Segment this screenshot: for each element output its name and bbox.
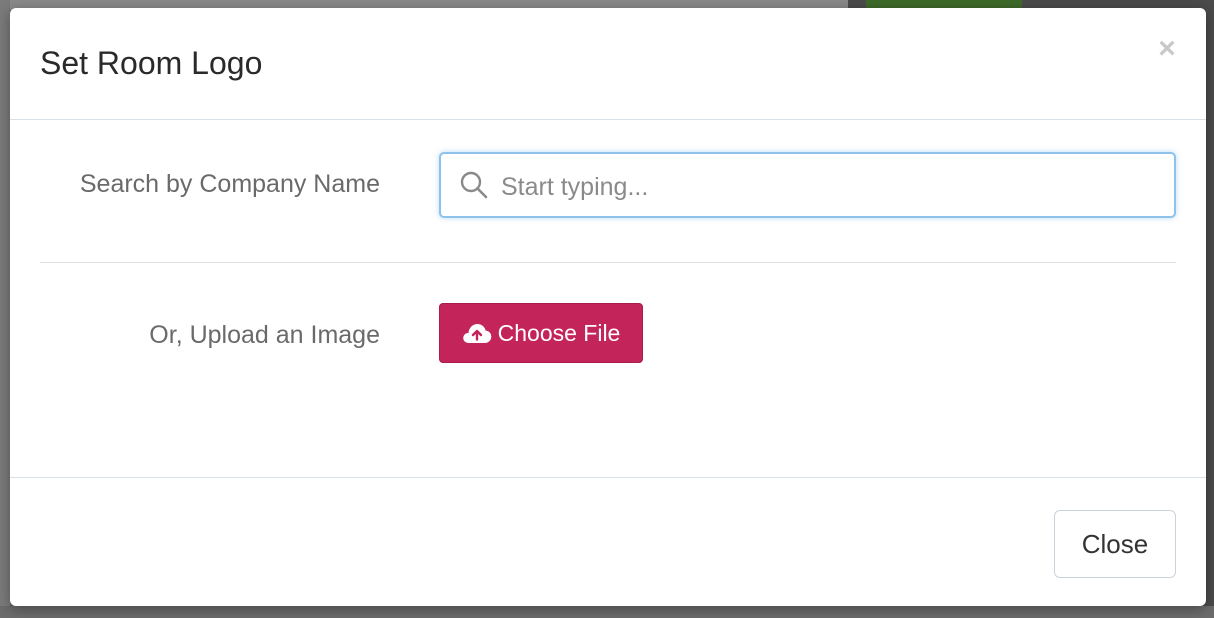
background-footer: [0, 606, 1214, 618]
company-search-input[interactable]: [499, 166, 1163, 208]
upload-row: Or, Upload an Image Choose File: [40, 303, 1176, 363]
modal-header: Set Room Logo ×: [10, 8, 1206, 120]
modal-title: Set Room Logo: [40, 45, 263, 81]
upload-label: Or, Upload an Image: [149, 321, 380, 349]
close-button[interactable]: Close: [1054, 510, 1176, 578]
search-box[interactable]: [439, 152, 1176, 218]
search-row: Search by Company Name: [40, 152, 1176, 218]
close-icon[interactable]: ×: [1152, 32, 1182, 65]
choose-file-button[interactable]: Choose File: [439, 303, 643, 363]
background-edge: [0, 0, 10, 618]
search-label: Search by Company Name: [79, 170, 380, 198]
set-room-logo-modal: Set Room Logo × Search by Company Name O…: [10, 8, 1206, 606]
choose-file-label: Choose File: [497, 319, 621, 346]
modal-footer: Close: [10, 477, 1206, 606]
divider: [40, 262, 1176, 263]
search-icon: [460, 171, 488, 199]
cloud-upload-icon: [462, 324, 491, 343]
